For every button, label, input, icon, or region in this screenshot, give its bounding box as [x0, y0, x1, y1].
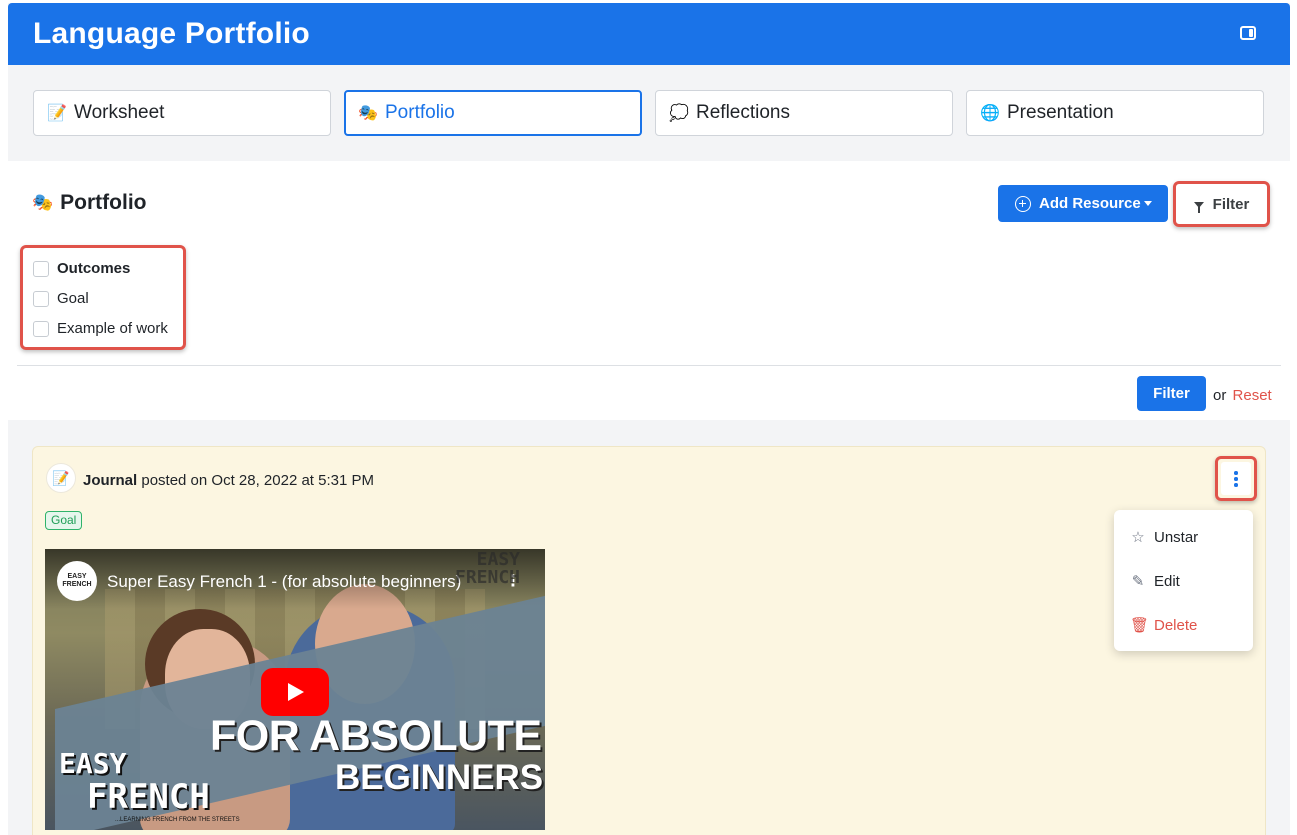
- checkbox[interactable]: [33, 260, 49, 277]
- video-watermark: EASY FRENCH: [455, 551, 520, 587]
- add-resource-button[interactable]: Add Resource: [998, 185, 1168, 222]
- goal-tag: Goal: [45, 511, 83, 530]
- logo-line: EASY: [59, 747, 127, 780]
- watermark-line: FRENCH: [455, 567, 521, 588]
- tab-label: Reflections: [696, 102, 790, 123]
- divider: [17, 365, 1281, 366]
- star-outline-icon: ☆: [1131, 529, 1145, 546]
- reset-link[interactable]: Reset: [1233, 387, 1272, 404]
- tab-label: Presentation: [1007, 102, 1114, 123]
- post-meta: Journal posted on Oct 28, 2022 at 5:31 P…: [83, 472, 374, 489]
- post-card: 📝 Journal posted on Oct 28, 2022 at 5:31…: [32, 446, 1266, 835]
- menu-item-label: Unstar: [1154, 528, 1199, 546]
- video-title[interactable]: Super Easy French 1 - (for absolute begi…: [107, 572, 461, 592]
- app-header: Language Portfolio: [8, 3, 1290, 65]
- video-overlay-text: BEGINNERS: [335, 758, 544, 797]
- filter-toggle-button[interactable]: Filter: [1179, 187, 1264, 221]
- video-tagline: ...LEARNING FRENCH FROM THE STREETS: [115, 817, 240, 823]
- more-button-highlight: [1215, 456, 1257, 501]
- tab-reflections[interactable]: 💭 Reflections: [655, 90, 953, 136]
- filter-option-outcomes[interactable]: Outcomes: [33, 260, 130, 277]
- pencil-icon: ✎: [1131, 573, 1145, 590]
- checkbox[interactable]: [33, 290, 49, 307]
- menu-item-delete[interactable]: 🗑 Delete: [1130, 616, 1198, 635]
- sidebar-toggle-icon[interactable]: [1240, 26, 1256, 40]
- filter-option-label: Example of work: [57, 320, 168, 337]
- presentation-icon: 🌐: [980, 105, 1000, 122]
- plus-circle-icon: [1015, 195, 1031, 212]
- trash-icon: 🗑: [1130, 617, 1150, 634]
- filter-option-example-of-work[interactable]: Example of work: [33, 320, 168, 337]
- easy-french-logo: EASY FRENCH: [57, 747, 227, 819]
- avatar: 📝: [46, 463, 76, 493]
- portfolio-panel: 🎭 Portfolio Add Resource Filter Outcomes…: [8, 161, 1290, 420]
- video-overlay-text: FOR ABSOLUTE: [210, 712, 542, 760]
- page-title: Language Portfolio: [33, 17, 310, 50]
- filter-option-label: Outcomes: [57, 260, 131, 277]
- portfolio-icon: 🎭: [32, 193, 54, 212]
- filter-button-highlight: Filter: [1173, 181, 1270, 227]
- funnel-icon: [1193, 201, 1204, 213]
- or-text: or: [1213, 387, 1227, 404]
- filter-options-highlight: Outcomes Goal Example of work: [20, 245, 186, 350]
- tab-bar: 📝 Worksheet 🎭 Portfolio 💭 Reflections 🌐 …: [8, 65, 1290, 161]
- filter-option-label: Goal: [57, 290, 89, 307]
- post-options-menu: ☆ Unstar ✎ Edit 🗑 Delete: [1114, 510, 1253, 651]
- channel-logo[interactable]: EASY FRENCH: [57, 561, 97, 601]
- filter-option-goal[interactable]: Goal: [33, 290, 89, 307]
- play-button-icon[interactable]: [261, 668, 329, 716]
- tab-label: Worksheet: [74, 102, 165, 123]
- post-date: posted on Oct 28, 2022 at 5:31 PM: [137, 472, 375, 489]
- tab-portfolio[interactable]: 🎭 Portfolio: [344, 90, 642, 136]
- more-options-button[interactable]: [1221, 462, 1251, 495]
- section-title-text: Portfolio: [60, 191, 147, 214]
- app-window: Language Portfolio 📝 Worksheet 🎭 Portfol…: [8, 3, 1290, 835]
- kebab-dot-icon: [1234, 483, 1238, 487]
- menu-item-unstar[interactable]: ☆ Unstar: [1130, 528, 1199, 547]
- menu-item-label: Edit: [1154, 572, 1180, 590]
- post-author: Journal: [83, 472, 138, 489]
- menu-item-edit[interactable]: ✎ Edit: [1130, 572, 1180, 591]
- filter-actions-text: or Reset: [1213, 387, 1272, 404]
- section-title: 🎭 Portfolio: [32, 191, 147, 215]
- menu-item-label: Delete: [1154, 616, 1198, 634]
- logo-line: FRENCH: [87, 777, 210, 817]
- worksheet-icon: 📝: [47, 105, 67, 122]
- portfolio-icon: 🎭: [358, 105, 378, 122]
- filter-toggle-label: Filter: [1212, 195, 1250, 213]
- kebab-dot-icon: [1234, 477, 1238, 481]
- checkbox[interactable]: [33, 320, 49, 337]
- add-resource-label: Add Resource: [1039, 195, 1141, 212]
- kebab-dot-icon: [1234, 471, 1238, 475]
- caret-down-icon: [1144, 201, 1152, 206]
- video-embed[interactable]: EASY FRENCH Super Easy French 1 - (for a…: [45, 549, 545, 830]
- apply-filter-button[interactable]: Filter: [1137, 376, 1206, 411]
- tab-presentation[interactable]: 🌐 Presentation: [966, 90, 1264, 136]
- reflections-icon: 💭: [669, 105, 689, 122]
- tab-label: Portfolio: [385, 102, 455, 123]
- tab-worksheet[interactable]: 📝 Worksheet: [33, 90, 331, 136]
